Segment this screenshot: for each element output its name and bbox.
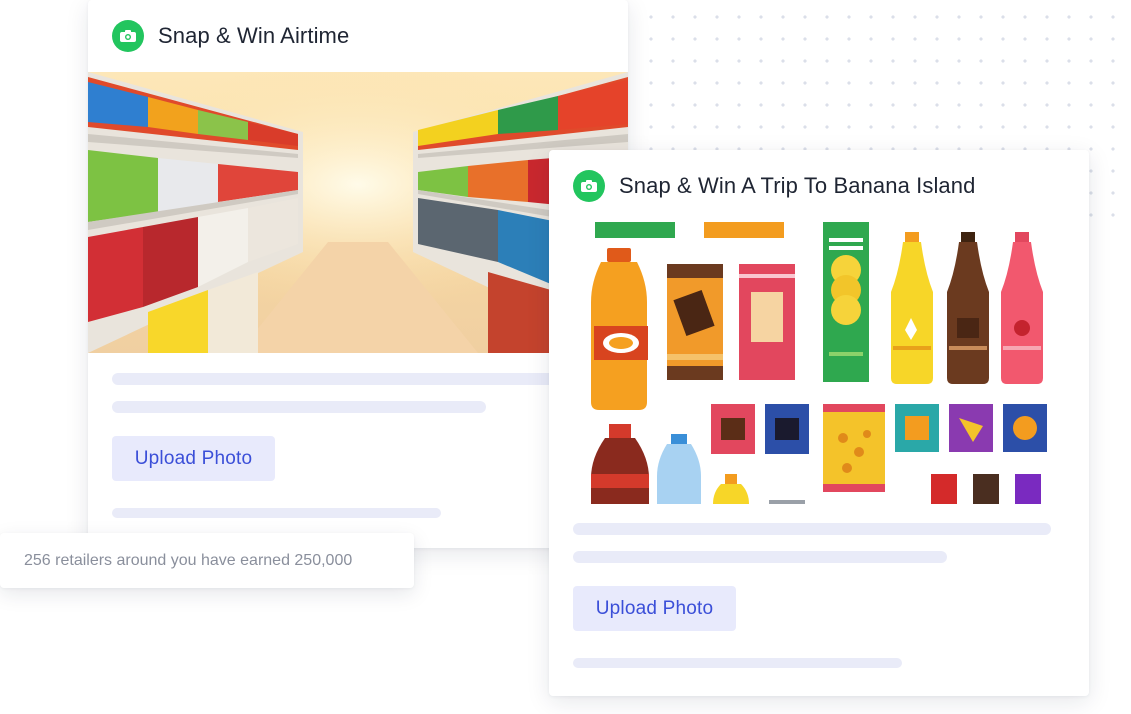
upload-photo-button[interactable]: Upload Photo — [573, 586, 736, 631]
upload-photo-button[interactable]: Upload Photo — [112, 436, 275, 481]
skeleton-line — [112, 401, 486, 413]
skeleton-line — [573, 658, 902, 668]
card-header: Snap & Win A Trip To Banana Island — [549, 150, 1089, 222]
card-title: Snap & Win A Trip To Banana Island — [619, 173, 976, 198]
skeleton-line — [573, 523, 1051, 535]
supermarket-aisle-image — [88, 72, 628, 353]
camera-icon — [573, 170, 605, 202]
retailer-earnings-text: 256 retailers around you have earned 250… — [24, 551, 353, 569]
skeleton-line — [112, 373, 572, 385]
skeleton-line — [573, 551, 947, 563]
campaign-card-banana-island: Snap & Win A Trip To Banana Island Uploa… — [549, 150, 1089, 696]
card-header: Snap & Win Airtime — [88, 0, 628, 72]
page: Snap & Win Airtime Upload Photo 256 reta… — [0, 0, 1131, 714]
retailer-earnings-notice: 256 retailers around you have earned 250… — [0, 533, 414, 588]
camera-icon — [112, 20, 144, 52]
campaign-card-airtime: Snap & Win Airtime Upload Photo — [88, 0, 628, 548]
snack-products-image — [549, 222, 1089, 504]
skeleton-line — [112, 508, 441, 518]
card-title: Snap & Win Airtime — [158, 23, 350, 48]
